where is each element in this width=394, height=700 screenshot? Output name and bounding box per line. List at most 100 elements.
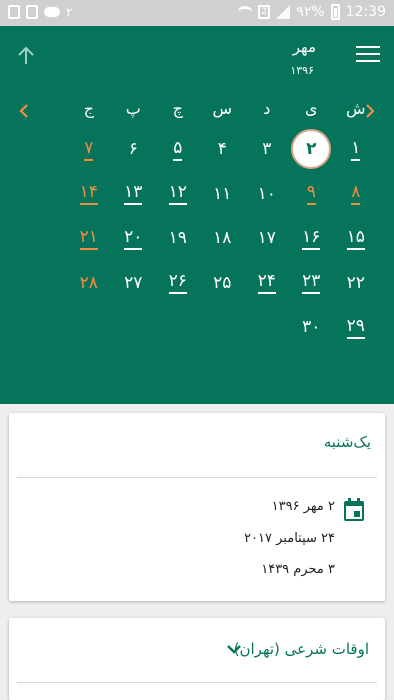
day-cell[interactable]: ۱۳: [111, 172, 156, 217]
wifi-icon: [238, 6, 253, 18]
day-cell[interactable]: ۷: [67, 127, 112, 172]
day-number: ۲۲: [346, 272, 365, 293]
day-number: ۱: [351, 138, 361, 161]
weekday-label: ج: [83, 98, 94, 118]
prayer-times-card[interactable]: اوقات شرعی (تهران): [9, 618, 385, 700]
day-cell[interactable]: ۲۷: [111, 261, 156, 306]
calendar-grid: شیدسچپج ۱ ۲ ۳ ۴ ۵ ۶ ۷ ۸ ۹ ۱۰ ۱۱ ۱۲ ۱۳ ۱۴ ۱۵ ۱۶ ۱۷ ۱۸ ۱۹ ۲۰ ۲…: [0, 89, 394, 350]
sim-icon: 2: [258, 5, 271, 19]
day-cell[interactable]: ۱: [334, 127, 379, 172]
image-notification-icon: [8, 5, 20, 19]
day-cell[interactable]: ۱۲: [156, 172, 201, 217]
notification-icons: ۲: [8, 5, 72, 19]
day-cell[interactable]: ۵: [156, 127, 201, 172]
day-cell[interactable]: ۲۲: [334, 261, 379, 306]
day-number: ۱۸: [213, 228, 232, 249]
day-number: ۳۰: [302, 317, 321, 338]
day-cell[interactable]: ۲۳: [289, 261, 334, 306]
day-number: ۱۱: [213, 183, 232, 204]
day-number: ۲۰: [124, 227, 143, 250]
gregorian-date: ۲۴ سپتامبر ۲۰۱۷: [244, 531, 335, 546]
weekday-label: چ: [172, 98, 183, 118]
day-cell[interactable]: ۱۵: [334, 216, 379, 261]
week-row: ۱ ۲ ۳ ۴ ۵ ۶ ۷: [0, 127, 394, 172]
day-number: ۲۸: [79, 272, 98, 293]
persian-date: ۲ مهر ۱۳۹۶: [271, 499, 335, 514]
day-cell[interactable]: ۱۱: [200, 172, 245, 217]
day-number: ۱۴: [79, 182, 98, 206]
clock: 12:39: [345, 4, 386, 20]
weekday-label: د: [263, 98, 271, 118]
day-cell[interactable]: ۱۶: [289, 216, 334, 261]
day-cell[interactable]: ۳: [245, 127, 290, 172]
month-title[interactable]: مهر: [293, 38, 316, 56]
weekday-label: س: [212, 98, 233, 118]
day-number: ۲۱: [79, 227, 98, 250]
day-number: ۱۵: [346, 227, 365, 250]
day-number: ۲۴: [257, 271, 276, 295]
day-number: ۲۳: [302, 271, 321, 295]
day-number: ۲۵: [213, 272, 232, 293]
day-number: ۲: [306, 139, 317, 160]
day-number: ۱۰: [257, 183, 276, 204]
day-cell[interactable]: ۹: [289, 172, 334, 217]
day-cell[interactable]: ۲۶: [156, 261, 201, 306]
day-number: ۴: [217, 139, 227, 160]
day-cell[interactable]: ۱۰: [245, 172, 290, 217]
day-cell[interactable]: ۸: [334, 172, 379, 217]
calendar-panel: مهر ۱۳۹۶ شیدسچپج ۱ ۲ ۳ ۴ ۵ ۶ ۷ ۸ ۹ ۱۰ ۱۱ ۱۲ ۱۳ ۱۴ ۱۵ ۱۶…: [0, 26, 394, 404]
signal-icon: [276, 5, 291, 19]
divider: [17, 682, 377, 683]
status-bar: ۲ 2 ۹۲% 12:39: [0, 0, 394, 26]
menu-icon[interactable]: [356, 46, 380, 66]
day-number: ۲۹: [346, 316, 365, 339]
day-name: یک‌شنبه: [323, 433, 371, 451]
calendar-icon[interactable]: [343, 498, 365, 522]
day-cell[interactable]: ۲۸: [67, 261, 112, 306]
battery-icon: [330, 4, 340, 20]
hijri-date: ۳ محرم ۱۴۳۹: [261, 562, 335, 577]
weekday-label: پ: [125, 98, 141, 118]
day-cell[interactable]: ۱۸: [200, 216, 245, 261]
day-number: ۵: [173, 138, 183, 161]
day-number: ۱۶: [302, 227, 321, 250]
day-number: ۶: [128, 139, 138, 160]
prayer-times-title[interactable]: اوقات شرعی (تهران): [234, 640, 369, 658]
week-row: ۸ ۹ ۱۰ ۱۱ ۱۲ ۱۳ ۱۴: [0, 172, 394, 217]
weekday-label: ش: [345, 98, 366, 118]
day-number: ۳: [262, 139, 272, 160]
day-number: ۸: [351, 182, 361, 206]
day-cell[interactable]: ۲۵: [200, 261, 245, 306]
day-number: ۱۳: [124, 182, 143, 206]
system-icons: 2 ۹۲% 12:39: [238, 4, 386, 20]
year-title[interactable]: ۱۳۹۶: [290, 64, 314, 77]
day-cell[interactable]: ۴: [200, 127, 245, 172]
weekday-header: شیدسچپج: [0, 89, 394, 127]
day-cell[interactable]: ۶: [111, 127, 156, 172]
day-number: ۱۷: [257, 228, 276, 249]
arrow-up-icon[interactable]: [14, 44, 38, 68]
day-cell[interactable]: ۲۹: [334, 305, 379, 350]
day-number: ۱۹: [168, 228, 187, 249]
download-notification-icon: [26, 5, 38, 19]
week-row: ۱۵ ۱۶ ۱۷ ۱۸ ۱۹ ۲۰ ۲۱: [0, 216, 394, 261]
weekday-label: ی: [304, 98, 318, 118]
day-number: ۲۷: [124, 272, 143, 293]
chevron-down-icon[interactable]: [225, 640, 243, 658]
day-cell[interactable]: ۱۹: [156, 216, 201, 261]
chat-notification-icon: [44, 7, 60, 17]
day-cell[interactable]: ۳۰: [289, 305, 334, 350]
day-cell-selected[interactable]: ۲: [289, 127, 334, 172]
day-cell[interactable]: ۱۴: [67, 172, 112, 217]
day-cell[interactable]: ۲۱: [67, 216, 112, 261]
week-row: ۲۹ ۳۰: [0, 305, 394, 350]
day-cell[interactable]: ۱۷: [245, 216, 290, 261]
day-number: ۹: [306, 182, 316, 206]
notification-count: ۲: [66, 5, 73, 19]
day-number: ۱۲: [168, 182, 187, 206]
day-number: ۲۶: [168, 271, 187, 295]
week-row: ۲۲ ۲۳ ۲۴ ۲۵ ۲۶ ۲۷ ۲۸: [0, 261, 394, 306]
day-cell[interactable]: ۲۰: [111, 216, 156, 261]
day-cell[interactable]: ۲۴: [245, 261, 290, 306]
day-number: ۷: [84, 138, 94, 161]
